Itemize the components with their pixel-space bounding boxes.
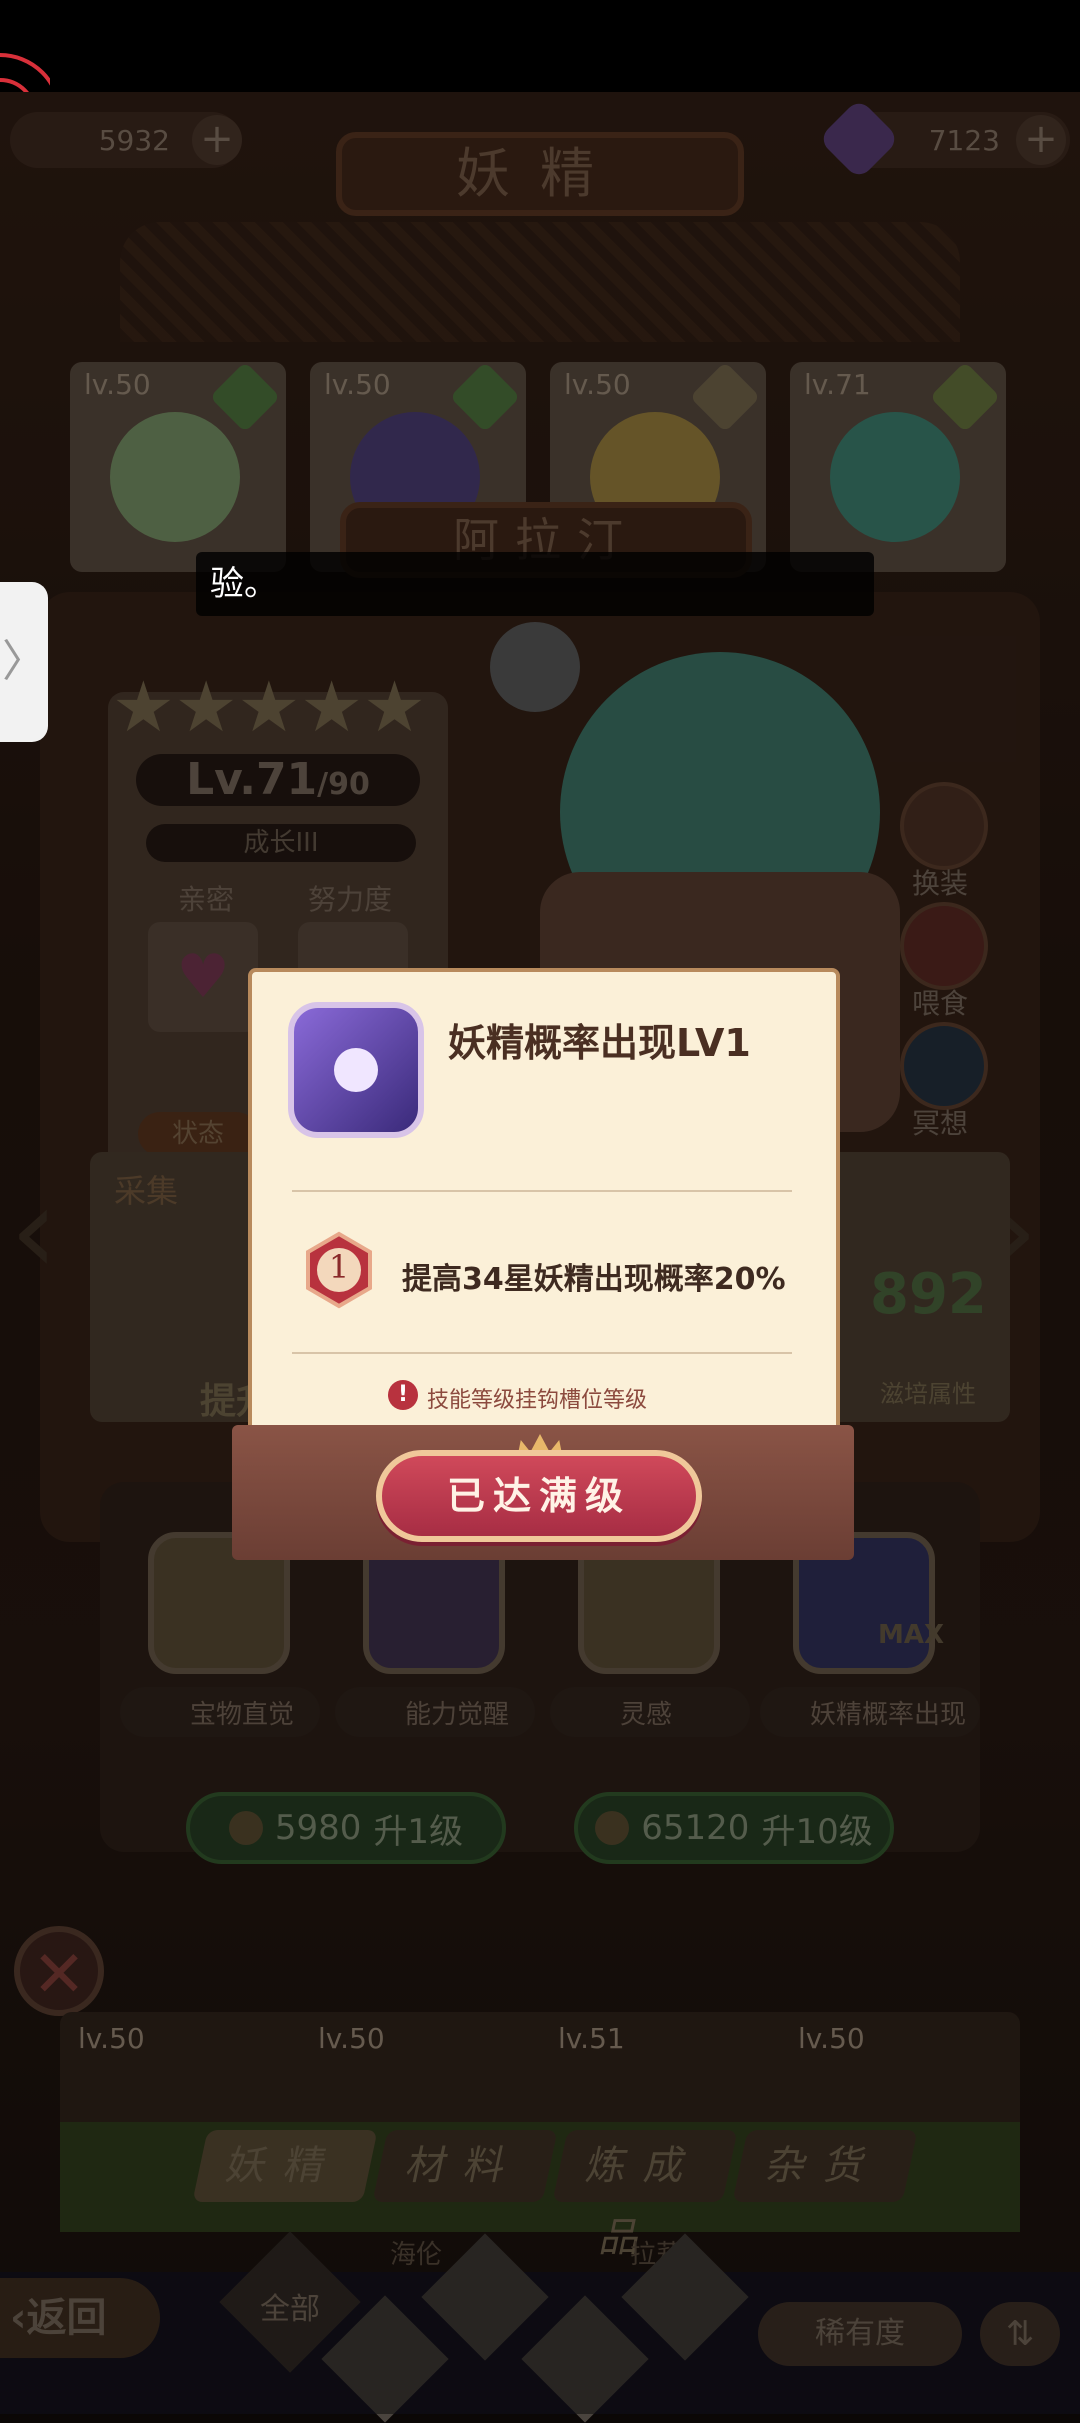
skill-effect-text: 提高34星妖精出现概率20% — [402, 1262, 786, 1297]
modal-title: 妖精概率出现LV1 — [448, 1021, 751, 1065]
divider — [292, 1190, 792, 1192]
divider — [292, 1352, 792, 1354]
status-bar — [0, 0, 1080, 92]
skill-note-text: 技能等级挂钩槽位等级 — [427, 1388, 648, 1413]
warning-icon: ! — [388, 1380, 418, 1410]
fairy-appear-skill-icon — [288, 1002, 424, 1138]
skill-detail-modal: 妖精概率出现LV1 1 提高34星妖精出现概率20% ! 技能等级挂钩槽位等级 — [248, 968, 840, 1446]
toast-text: 验。 — [210, 564, 278, 604]
max-level-label: 已达满级 — [446, 1474, 631, 1518]
level-badge-number: 1 — [328, 1248, 350, 1286]
max-level-button[interactable]: 已达满级 — [376, 1450, 702, 1542]
level-badge-icon: 1 — [304, 1230, 374, 1310]
sparkle-icon — [334, 1048, 378, 1092]
toast-message: 验。 — [196, 552, 874, 616]
side-drawer-handle[interactable]: 〉 — [0, 582, 48, 742]
